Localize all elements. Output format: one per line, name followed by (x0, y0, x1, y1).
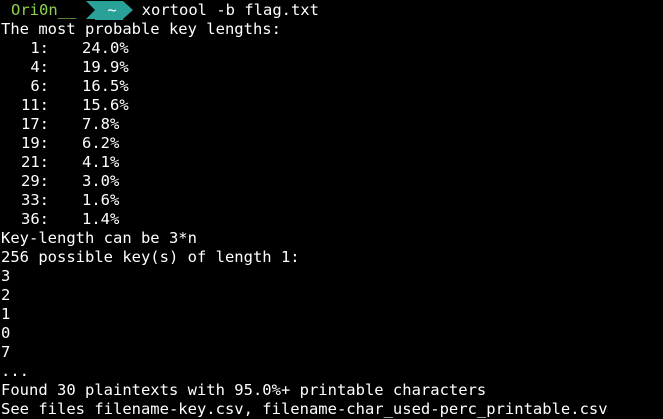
output-header: The most probable key lengths: (1, 20, 281, 38)
key-length-percent: 7.8% (82, 115, 120, 133)
key-length-percent: 19.9% (82, 58, 129, 76)
key-length-note: Key-length can be 3*n (1, 229, 197, 247)
key-length-percent: 1.6% (82, 191, 120, 209)
key-value: 3 (1, 267, 11, 285)
shell-prompt: Ori0n__ ~ xortool -b flag.txt (0, 1, 319, 20)
key-length-row: 29: 3.0% (1, 172, 119, 191)
key-length-row: 33: 1.6% (1, 191, 119, 210)
key-length-row: 1: 24.0% (1, 39, 129, 58)
key-length-value: 29: (21, 172, 49, 190)
key-value: 1 (1, 305, 11, 323)
key-length-percent: 16.5% (82, 77, 129, 95)
key-length-row: 11: 15.6% (1, 96, 129, 115)
prompt-user: Ori0n__ (11, 1, 77, 19)
key-value: 2 (1, 286, 11, 304)
key-length-percent: 3.0% (82, 172, 120, 190)
key-length-value: 1: (30, 39, 49, 57)
key-length-row: 21: 4.1% (1, 153, 119, 172)
key-length-percent: 24.0% (82, 39, 129, 57)
key-length-value: 6: (30, 77, 49, 95)
key-length-value: 17: (21, 115, 49, 133)
key-length-row: 36: 1.4% (1, 210, 119, 229)
key-length-row: 4: 19.9% (1, 58, 129, 77)
key-length-percent: 6.2% (82, 134, 120, 152)
key-value: 0 (1, 324, 11, 342)
see-files-line: See files filename-key.csv, filename-cha… (1, 400, 608, 418)
key-length-percent: 1.4% (82, 210, 120, 228)
ellipsis-line: ... (1, 362, 29, 380)
key-length-value: 33: (21, 191, 49, 209)
key-length-row: 19: 6.2% (1, 134, 119, 153)
terminal-window[interactable]: Ori0n__ ~ xortool -b flag.txt The most p… (0, 0, 663, 418)
found-plaintexts-line: Found 30 plaintexts with 95.0%+ printabl… (1, 381, 487, 399)
key-value: 7 (1, 343, 11, 361)
command-text: xortool -b flag.txt (141, 1, 319, 19)
possible-keys-line: 256 possible key(s) of length 1: (1, 248, 300, 266)
key-length-value: 36: (21, 210, 49, 228)
key-length-percent: 4.1% (82, 153, 120, 171)
key-length-row: 17: 7.8% (1, 115, 119, 134)
key-length-value: 21: (21, 153, 49, 171)
key-length-value: 11: (21, 96, 49, 114)
key-length-row: 6: 16.5% (1, 77, 129, 96)
key-length-value: 19: (21, 134, 49, 152)
prompt-directory: ~ (86, 1, 134, 20)
key-length-value: 4: (30, 58, 49, 76)
key-length-percent: 15.6% (82, 96, 129, 114)
